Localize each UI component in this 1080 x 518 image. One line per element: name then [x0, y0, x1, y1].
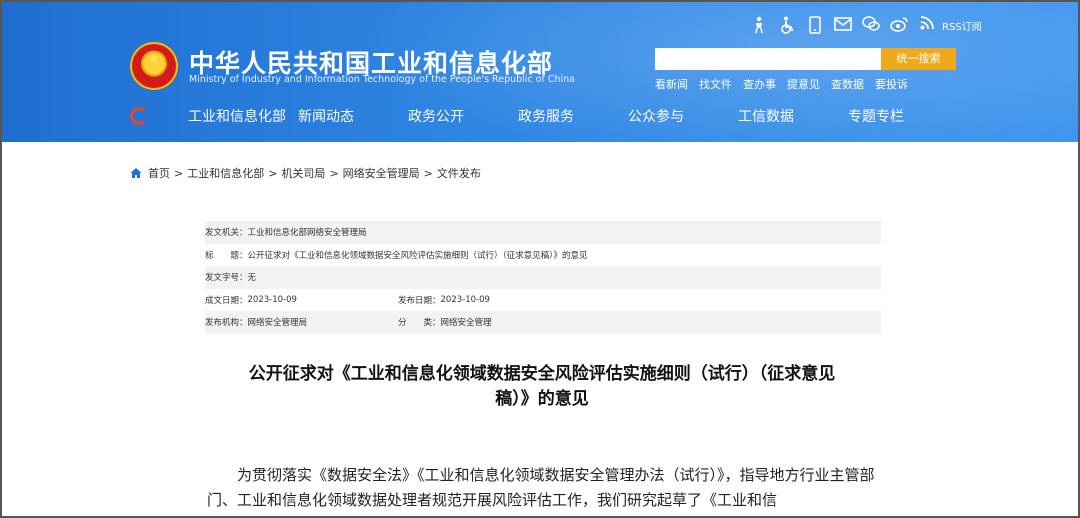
quick-link-complaint[interactable]: 要投诉	[875, 76, 908, 92]
issuer-value: 工业和信息化部网络安全管理局	[247, 228, 367, 239]
published-cell: 发布日期： 2023-10-09	[398, 294, 490, 306]
article-body-paragraph: 为贯彻落实《数据安全法》《工业和信息化领域数据安全管理办法（试行）》，指导地方行…	[207, 466, 875, 509]
title-value: 公开征求对《工业和信息化领域数据安全风险评估实施细则（试行）（征求意见稿）》的意…	[247, 250, 588, 261]
site-search-input[interactable]	[655, 48, 881, 70]
created-label: 成文日期：	[205, 295, 248, 306]
docno-value: 无	[247, 273, 257, 284]
breadcrumb-separator: >	[423, 166, 433, 180]
wechat-icon[interactable]	[862, 16, 880, 34]
nav-item-data[interactable]: 工信数据	[738, 106, 848, 126]
weibo-icon[interactable]	[890, 16, 908, 34]
info-row-docno: 发文字号： 无	[205, 266, 881, 289]
breadcrumb-document-release[interactable]: 文件发布	[437, 165, 481, 181]
quick-link-news[interactable]: 看新闻	[655, 76, 688, 92]
site-header: ★ 中华人民共和国工业和信息化部 Ministry of Industry an…	[2, 2, 1078, 142]
breadcrumb-home[interactable]: 首页	[148, 165, 170, 181]
breadcrumb: 首页 > 工业和信息化部 > 机关司局 > 网络安全管理局 > 文件发布	[130, 165, 481, 181]
nav-item-topics[interactable]: 专题专栏	[848, 106, 958, 126]
docno-label: 发文字号：	[205, 273, 248, 284]
published-label: 发布日期：	[398, 295, 441, 306]
created-cell: 成文日期： 2023-10-09	[205, 294, 398, 306]
rss-label[interactable]: RSS订阅	[942, 18, 982, 33]
document-info-table: 发文机关： 工业和信息化部网络安全管理局 标 题： 公开征求对《工业和信息化领域…	[205, 221, 881, 334]
quick-links: 看新闻 找文件 查办事 提意见 查数据 要投诉	[655, 76, 908, 92]
mail-icon[interactable]	[834, 16, 852, 34]
breadcrumb-departments[interactable]: 机关司局	[281, 165, 325, 181]
breadcrumb-ministry[interactable]: 工业和信息化部	[187, 165, 264, 181]
nav-item-gov-services[interactable]: 政务服务	[518, 106, 628, 126]
info-row-title: 标 题： 公开征求对《工业和信息化领域数据安全风险评估实施细则（试行）（征求意见…	[205, 244, 881, 267]
breadcrumb-separator: >	[174, 166, 184, 180]
org-cell: 发布机构： 网络安全管理局	[205, 316, 398, 328]
quick-link-feedback[interactable]: 提意见	[787, 76, 820, 92]
main-nav: 工业和信息化部 新闻动态 政务公开 政务服务 公众参与 工信数据 专题专栏	[188, 106, 958, 126]
quick-link-services[interactable]: 查办事	[743, 76, 776, 92]
info-row-org: 发布机构： 网络安全管理局 分 类： 网络安全管理	[205, 311, 881, 334]
breadcrumb-cybersecurity-bureau[interactable]: 网络安全管理局	[343, 165, 420, 181]
org-value: 网络安全管理局	[247, 318, 308, 329]
category-label: 分 类：	[398, 318, 441, 329]
rss-icon[interactable]	[918, 16, 936, 34]
title-label: 标 题：	[205, 250, 248, 261]
wheelchair-icon[interactable]	[778, 16, 796, 34]
published-value: 2023-10-09	[440, 294, 490, 305]
nav-item-public-participation[interactable]: 公众参与	[628, 106, 738, 126]
created-value: 2023-10-09	[247, 294, 297, 305]
article-title-line-2: 稿）》的意见	[495, 389, 589, 409]
article-title-line-1: 公开征求对《工业和信息化领域数据安全风险评估实施细则（试行）（征求意见	[248, 364, 836, 384]
mobile-icon[interactable]	[806, 16, 824, 34]
nav-item-ministry[interactable]: 工业和信息化部	[188, 106, 298, 126]
issuer-label: 发文机关：	[205, 228, 248, 239]
quick-link-files[interactable]: 找文件	[699, 76, 732, 92]
article-title: 公开征求对《工业和信息化领域数据安全风险评估实施细则（试行）（征求意见 稿）》的…	[202, 362, 882, 412]
quick-link-data[interactable]: 查数据	[831, 76, 864, 92]
nav-item-gov-affairs[interactable]: 政务公开	[408, 106, 518, 126]
page-frame: ★ 中华人民共和国工业和信息化部 Ministry of Industry an…	[0, 0, 1080, 518]
info-row-issuer: 发文机关： 工业和信息化部网络安全管理局	[205, 221, 881, 244]
category-cell: 分 类： 网络安全管理	[398, 316, 492, 328]
category-value: 网络安全管理	[440, 318, 492, 329]
national-emblem-logo[interactable]: ★	[130, 42, 178, 90]
unified-search-button[interactable]: 统一搜索	[881, 48, 956, 70]
nav-home-logo-icon[interactable]	[130, 107, 148, 125]
breadcrumb-separator: >	[329, 166, 339, 180]
site-subtitle: Ministry of Industry and Information Tec…	[189, 74, 575, 85]
nav-item-news[interactable]: 新闻动态	[298, 106, 408, 126]
org-label: 发布机构：	[205, 318, 248, 329]
top-utility-icons: RSS订阅	[750, 16, 982, 34]
emblem-star-icon: ★	[147, 51, 160, 67]
home-icon[interactable]	[130, 167, 142, 179]
breadcrumb-separator: >	[268, 166, 278, 180]
accessibility-elder-icon[interactable]	[750, 16, 768, 34]
info-row-dates: 成文日期： 2023-10-09 发布日期： 2023-10-09	[205, 289, 881, 312]
